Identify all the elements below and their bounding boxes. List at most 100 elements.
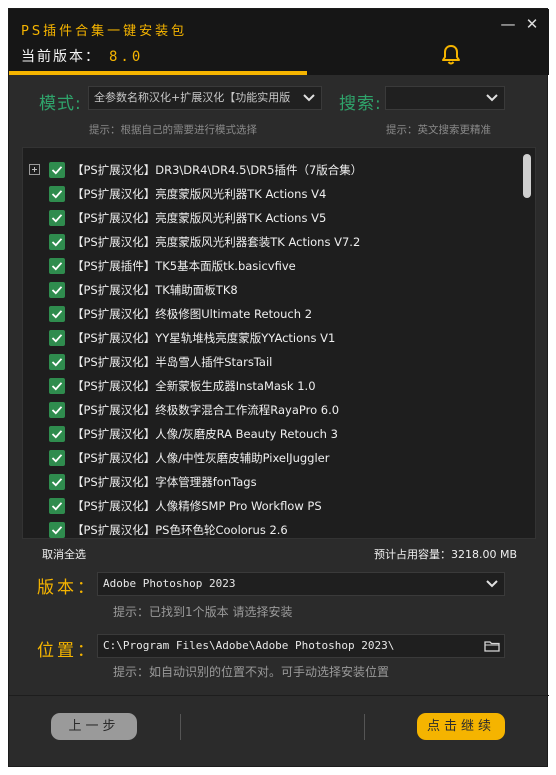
chevron-down-icon <box>486 94 498 102</box>
separator <box>364 714 365 740</box>
mode-select-value: 全参数名称汉化+扩展汉化【功能实用版 <box>94 91 291 104</box>
list-item-label: 【PS扩展汉化】终极修图Ultimate Retouch 2 <box>72 307 313 321</box>
item-checkbox[interactable] <box>49 474 65 490</box>
checkmark-icon <box>51 190 63 199</box>
list-item[interactable]: 【PS扩展汉化】PS色环色轮Coolorus 2.6 <box>23 518 513 538</box>
list-item-label: 【PS扩展汉化】亮度蒙版风光利器TK Actions V5 <box>72 211 327 225</box>
list-scrollbar[interactable] <box>523 154 531 198</box>
mode-hint: 提示：根据自己的需要进行模式选择 <box>89 124 257 136</box>
checkmark-icon <box>51 310 63 319</box>
expand-icon[interactable] <box>29 164 40 175</box>
item-checkbox[interactable] <box>49 450 65 466</box>
item-checkbox[interactable] <box>49 306 65 322</box>
search-hint: 提示：英文搜索更精准 <box>386 124 491 136</box>
title-bar: PS插件合集一键安装包 当前版本： 8.0 — ✕ <box>9 9 549 75</box>
plugin-list: 【PS扩展汉化】DR3\DR4\DR4.5\DR5插件（7版合集） 【PS扩展汉化… <box>22 147 536 539</box>
list-item[interactable]: 【PS扩展汉化】全新蒙板生成器InstaMask 1.0 <box>23 374 513 398</box>
item-checkbox[interactable] <box>49 282 65 298</box>
list-item-label: 【PS扩展汉化】亮度蒙版风光利器套装TK Actions V7.2 <box>72 235 361 249</box>
deselect-all-button[interactable]: 取消全选 <box>42 546 86 562</box>
item-checkbox[interactable] <box>49 234 65 250</box>
location-field-label: 位置： <box>37 641 97 661</box>
item-checkbox[interactable] <box>49 162 65 178</box>
app-title: PS插件合集一键安装包 <box>21 24 188 39</box>
checkmark-icon <box>51 430 63 439</box>
list-item-label: 【PS扩展汉化】DR3\DR4\DR4.5\DR5插件（7版合集） <box>72 163 363 177</box>
back-button[interactable]: 上一步 <box>51 713 137 740</box>
checkmark-icon <box>51 358 63 367</box>
item-checkbox[interactable] <box>49 522 65 538</box>
list-item[interactable]: 【PS扩展汉化】字体管理器fonTags <box>23 470 513 494</box>
list-item[interactable]: 【PS扩展汉化】亮度蒙版风光利器套装TK Actions V7.2 <box>23 230 513 254</box>
checkmark-icon <box>51 454 63 463</box>
version-info: 当前版本： 8.0 <box>21 46 143 66</box>
checkmark-icon <box>51 478 63 487</box>
installer-window: PS插件合集一键安装包 当前版本： 8.0 — ✕ 模式: 全参数名称汉化+扩展汉… <box>8 8 549 767</box>
item-checkbox[interactable] <box>49 378 65 394</box>
item-checkbox[interactable] <box>49 498 65 514</box>
list-item[interactable]: 【PS扩展插件】TK5基本面版tk.basicvfive <box>23 254 513 278</box>
list-item[interactable]: 【PS扩展汉化】人像精修SMP Pro Workflow PS <box>23 494 513 518</box>
mode-label: 模式: <box>39 94 82 114</box>
checkmark-icon <box>51 334 63 343</box>
search-select[interactable] <box>385 86 505 110</box>
minimize-icon[interactable]: — <box>499 15 517 33</box>
list-item[interactable]: 【PS扩展汉化】人像/中性灰磨皮辅助PixelJuggler <box>23 446 513 470</box>
item-checkbox[interactable] <box>49 354 65 370</box>
list-item-label: 【PS扩展汉化】字体管理器fonTags <box>72 475 257 489</box>
list-item-label: 【PS扩展汉化】PS色环色轮Coolorus 2.6 <box>72 523 288 537</box>
capacity-info: 预计占用容量：3218.00 MB <box>373 548 517 561</box>
item-checkbox[interactable] <box>49 186 65 202</box>
bottom-divider <box>9 695 549 696</box>
list-item[interactable]: 【PS扩展汉化】亮度蒙版风光利器TK Actions V5 <box>23 206 513 230</box>
version-value: 8.0 <box>109 49 144 65</box>
list-item-label: 【PS扩展汉化】YY星轨堆栈亮度蒙版YYActions V1 <box>72 331 336 345</box>
item-checkbox[interactable] <box>49 330 65 346</box>
location-field-hint: 提示：如自动识别的位置不对。可手动选择安装位置 <box>113 665 390 679</box>
list-item-label: 【PS扩展插件】TK5基本面版tk.basicvfive <box>72 259 296 273</box>
list-item[interactable]: 【PS扩展汉化】TK辅助面板TK8 <box>23 278 513 302</box>
item-checkbox[interactable] <box>49 258 65 274</box>
list-item[interactable]: 【PS扩展汉化】YY星轨堆栈亮度蒙版YYActions V1 <box>23 326 513 350</box>
chevron-down-icon <box>303 94 315 102</box>
checkmark-icon <box>51 406 63 415</box>
folder-icon[interactable] <box>484 635 500 657</box>
list-item-label: 【PS扩展汉化】人像精修SMP Pro Workflow PS <box>72 499 322 513</box>
list-item-label: 【PS扩展汉化】TK辅助面板TK8 <box>72 283 238 297</box>
list-item[interactable]: 【PS扩展汉化】DR3\DR4\DR4.5\DR5插件（7版合集） <box>23 158 513 182</box>
list-item[interactable]: 【PS扩展汉化】人像/灰磨皮RA Beauty Retouch 3 <box>23 422 513 446</box>
search-label: 搜索: <box>339 94 382 114</box>
separator <box>180 714 181 740</box>
version-select-value: Adobe Photoshop 2023 <box>103 577 236 590</box>
location-input-value: C:\Program Files\Adobe\Adobe Photoshop 2… <box>103 639 395 652</box>
checkmark-icon <box>51 262 63 271</box>
list-item[interactable]: 【PS扩展汉化】终极修图Ultimate Retouch 2 <box>23 302 513 326</box>
list-item-label: 【PS扩展汉化】终极数字混合工作流程RayaPro 6.0 <box>72 403 340 417</box>
list-item-label: 【PS扩展汉化】亮度蒙版风光利器TK Actions V4 <box>72 187 327 201</box>
list-item[interactable]: 【PS扩展汉化】亮度蒙版风光利器TK Actions V4 <box>23 182 513 206</box>
list-item-label: 【PS扩展汉化】全新蒙板生成器InstaMask 1.0 <box>72 379 316 393</box>
checkmark-icon <box>51 214 63 223</box>
version-select[interactable]: Adobe Photoshop 2023 <box>97 572 505 596</box>
mode-select[interactable]: 全参数名称汉化+扩展汉化【功能实用版 <box>88 86 322 110</box>
close-icon[interactable]: ✕ <box>523 15 541 33</box>
list-item[interactable]: 【PS扩展汉化】半岛雪人插件StarsTail <box>23 350 513 374</box>
version-field-hint: 提示：已找到1个版本 请选择安装 <box>113 605 293 619</box>
item-checkbox[interactable] <box>49 210 65 226</box>
bell-icon[interactable] <box>439 43 463 67</box>
version-field-label: 版本： <box>37 578 97 598</box>
checkmark-icon <box>51 502 63 511</box>
location-input[interactable]: C:\Program Files\Adobe\Adobe Photoshop 2… <box>97 634 505 658</box>
checkmark-icon <box>51 286 63 295</box>
list-item[interactable]: 【PS扩展汉化】终极数字混合工作流程RayaPro 6.0 <box>23 398 513 422</box>
list-item-label: 【PS扩展汉化】人像/灰磨皮RA Beauty Retouch 3 <box>72 427 338 441</box>
checkmark-icon <box>51 166 63 175</box>
item-checkbox[interactable] <box>49 426 65 442</box>
item-checkbox[interactable] <box>49 402 65 418</box>
continue-button[interactable]: 点击继续 <box>417 713 505 740</box>
progress-accent-bar <box>9 71 307 75</box>
list-item-label: 【PS扩展汉化】人像/中性灰磨皮辅助PixelJuggler <box>72 451 330 465</box>
list-item-label: 【PS扩展汉化】半岛雪人插件StarsTail <box>72 355 273 369</box>
version-label: 当前版本： <box>21 49 101 65</box>
checkmark-icon <box>51 526 63 535</box>
